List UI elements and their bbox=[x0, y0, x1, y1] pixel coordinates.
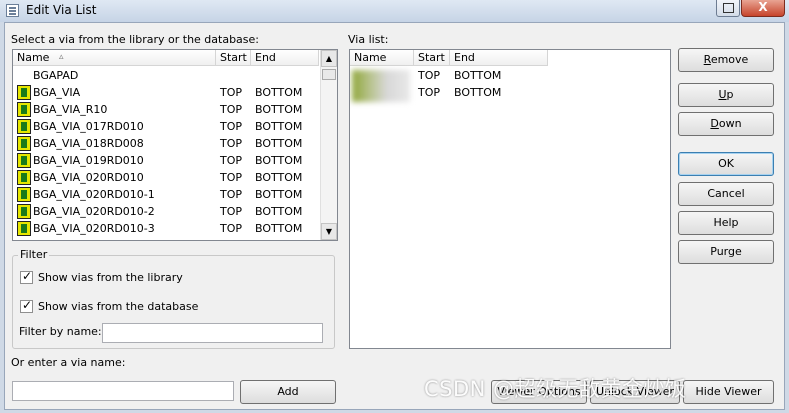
via-name: BGA_VIA_020RD010 bbox=[33, 171, 144, 184]
via-name: BGA_VIA_020RD010-2 bbox=[33, 205, 155, 218]
column-header-end[interactable]: End bbox=[251, 50, 319, 66]
via-start-layer: TOP bbox=[418, 86, 441, 99]
via-icon bbox=[17, 170, 31, 185]
via-list-heading: Via list: bbox=[348, 33, 389, 46]
via-icon bbox=[17, 85, 31, 100]
title-bar: Edit Via List X bbox=[0, 0, 789, 22]
via-end-layer: BOTTOM bbox=[255, 205, 303, 218]
list-item[interactable]: BGA_VIA_019RD010 TOP BOTTOM bbox=[13, 152, 337, 169]
show-database-label: Show vias from the database bbox=[38, 300, 199, 313]
via-start-layer: TOP bbox=[220, 120, 243, 133]
move-up-button[interactable]: Up bbox=[678, 83, 774, 107]
via-end-layer: BOTTOM bbox=[255, 154, 303, 167]
via-name: BGA_VIA_017RD010 bbox=[33, 120, 144, 133]
list-item[interactable]: BGAPAD bbox=[13, 67, 337, 84]
via-end-layer: BOTTOM bbox=[255, 120, 303, 133]
via-name: BGA_VIA_R10 bbox=[33, 103, 108, 116]
via-icon bbox=[17, 136, 31, 151]
via-icon bbox=[17, 153, 31, 168]
dialog-body: Select a via from the library or the dat… bbox=[4, 22, 785, 410]
via-name: BGAPAD bbox=[33, 69, 79, 82]
column-header-label: Name bbox=[17, 51, 50, 64]
via-end-layer: BOTTOM bbox=[255, 222, 303, 235]
via-end-layer: BOTTOM bbox=[255, 137, 303, 150]
via-icon bbox=[17, 221, 31, 236]
via-name: BGA_VIA_018RD008 bbox=[33, 137, 144, 150]
filter-by-name-label: Filter by name: bbox=[19, 325, 102, 338]
via-end-layer: BOTTOM bbox=[255, 188, 303, 201]
filter-group: Filter Show vias from the library Show v… bbox=[12, 248, 335, 349]
via-name: BGA_VIA bbox=[33, 86, 81, 99]
list-item[interactable]: BGA_VIA TOP BOTTOM bbox=[13, 84, 337, 101]
context-help-button[interactable] bbox=[716, 0, 740, 17]
via-start-layer: TOP bbox=[220, 86, 243, 99]
via-end-layer: BOTTOM bbox=[255, 103, 303, 116]
via-start-layer: TOP bbox=[220, 171, 243, 184]
column-header-start[interactable]: Start bbox=[216, 50, 251, 66]
column-header-name[interactable]: Name ▵ bbox=[13, 50, 216, 66]
via-icon bbox=[17, 119, 31, 134]
column-header-name[interactable]: Name bbox=[350, 50, 414, 66]
column-header-start[interactable]: Start bbox=[414, 50, 450, 66]
filter-group-title: Filter bbox=[18, 248, 50, 261]
via-name: BGA_VIA_020RD010-1 bbox=[33, 188, 155, 201]
list-item[interactable]: TOP BOTTOM bbox=[350, 84, 670, 101]
via-icon bbox=[17, 204, 31, 219]
via-start-layer: TOP bbox=[220, 103, 243, 116]
show-library-checkbox[interactable] bbox=[20, 269, 33, 284]
via-name-input[interactable] bbox=[12, 381, 234, 401]
via-end-layer: BOTTOM bbox=[255, 171, 303, 184]
close-button[interactable]: X bbox=[741, 0, 785, 17]
via-start-layer: TOP bbox=[220, 222, 243, 235]
list-item[interactable]: BGA_VIA_020RD010-3 TOP BOTTOM bbox=[13, 220, 337, 237]
via-icon bbox=[17, 102, 31, 117]
show-library-label: Show vias from the library bbox=[38, 271, 183, 284]
list-item[interactable]: BGA_VIA_020RD010-2 TOP BOTTOM bbox=[13, 203, 337, 220]
add-button[interactable]: Add bbox=[240, 380, 336, 404]
scroll-thumb[interactable] bbox=[322, 69, 336, 80]
filter-by-name-input[interactable] bbox=[102, 323, 323, 343]
dialog-icon bbox=[6, 4, 19, 17]
via-end-layer: BOTTOM bbox=[255, 86, 303, 99]
scroll-down-icon[interactable]: ▼ bbox=[321, 223, 337, 240]
library-via-list[interactable]: Name ▵ Start End BGAPAD BGA_VIA TOP BOTTOM B… bbox=[12, 49, 338, 241]
ok-button[interactable]: OK bbox=[678, 152, 774, 176]
via-start-layer: TOP bbox=[418, 69, 441, 82]
library-list-scrollbar[interactable]: ▲ ▼ bbox=[320, 50, 337, 240]
list-item[interactable]: BGA_VIA_020RD010-1 TOP BOTTOM bbox=[13, 186, 337, 203]
watermark: CSDN @超级无敌黄金炒饭 bbox=[424, 377, 687, 401]
list-item[interactable]: TOP BOTTOM bbox=[350, 67, 670, 84]
enter-via-label: Or enter a via name: bbox=[11, 356, 126, 369]
purge-button[interactable]: Purge bbox=[678, 240, 774, 264]
via-start-layer: TOP bbox=[220, 188, 243, 201]
selected-via-list[interactable]: Name Start End TOP BOTTOM TOP BOTTOM bbox=[349, 49, 671, 349]
list-item[interactable]: BGA_VIA_017RD010 TOP BOTTOM bbox=[13, 118, 337, 135]
via-start-layer: TOP bbox=[220, 137, 243, 150]
via-name: BGA_VIA_020RD010-3 bbox=[33, 222, 155, 235]
via-icon bbox=[17, 187, 31, 202]
move-down-button[interactable]: Down bbox=[678, 112, 774, 136]
scroll-up-icon[interactable]: ▲ bbox=[321, 50, 337, 67]
column-header-end[interactable]: End bbox=[450, 50, 548, 66]
via-end-layer: BOTTOM bbox=[454, 86, 502, 99]
remove-button[interactable]: Remove bbox=[678, 48, 774, 72]
show-database-checkbox[interactable] bbox=[20, 298, 33, 313]
list-item[interactable]: BGA_VIA_020RD010 TOP BOTTOM bbox=[13, 169, 337, 186]
cancel-button[interactable]: Cancel bbox=[678, 182, 774, 206]
window-title: Edit Via List bbox=[26, 3, 97, 17]
help-button[interactable]: Help bbox=[678, 211, 774, 235]
library-heading: Select a via from the library or the dat… bbox=[11, 33, 260, 46]
via-start-layer: TOP bbox=[220, 154, 243, 167]
via-start-layer: TOP bbox=[220, 205, 243, 218]
via-name: BGA_VIA_019RD010 bbox=[33, 154, 144, 167]
list-item[interactable]: BGA_VIA_R10 TOP BOTTOM bbox=[13, 101, 337, 118]
sort-ascending-icon: ▵ bbox=[59, 52, 64, 62]
list-item[interactable]: BGA_VIA_018RD008 TOP BOTTOM bbox=[13, 135, 337, 152]
via-end-layer: BOTTOM bbox=[454, 69, 502, 82]
hide-viewer-button[interactable]: Hide Viewer bbox=[683, 380, 774, 404]
